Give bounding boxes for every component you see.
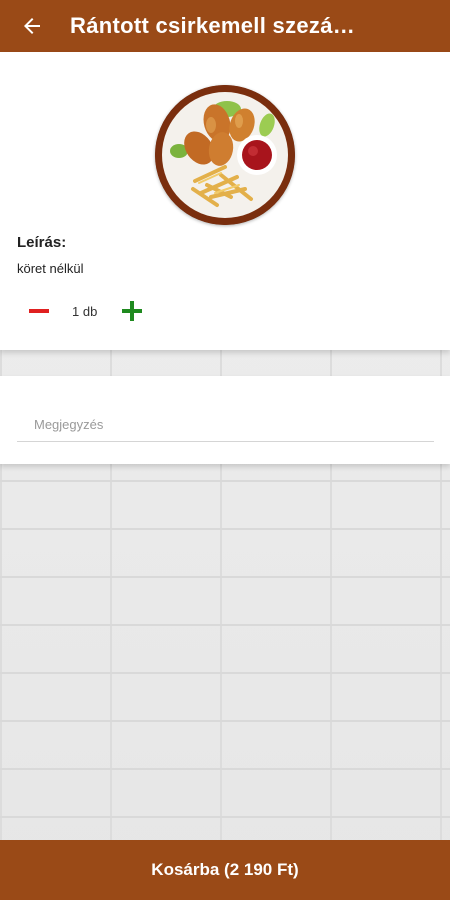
product-card: Leírás: köret nélkül 1 db	[0, 52, 450, 350]
increase-quantity-button[interactable]	[115, 297, 149, 325]
app-bar: Rántott csirkemell szezá…	[0, 0, 450, 52]
decrease-quantity-button[interactable]	[22, 297, 56, 325]
add-to-cart-button[interactable]: Kosárba (2 190 Ft)	[0, 840, 450, 900]
minus-icon	[29, 309, 49, 313]
plus-icon	[122, 301, 143, 321]
product-image	[155, 85, 295, 225]
description-text: köret nélkül	[17, 261, 84, 276]
description-heading: Leírás:	[17, 234, 67, 251]
note-input[interactable]	[17, 408, 434, 442]
arrow-left-icon	[24, 18, 40, 34]
page-title: Rántott csirkemell szezá…	[70, 13, 356, 38]
quantity-stepper: 1 db	[22, 297, 149, 325]
note-card	[0, 376, 450, 464]
back-button[interactable]	[6, 0, 58, 52]
quantity-value: 1 db	[72, 303, 98, 319]
